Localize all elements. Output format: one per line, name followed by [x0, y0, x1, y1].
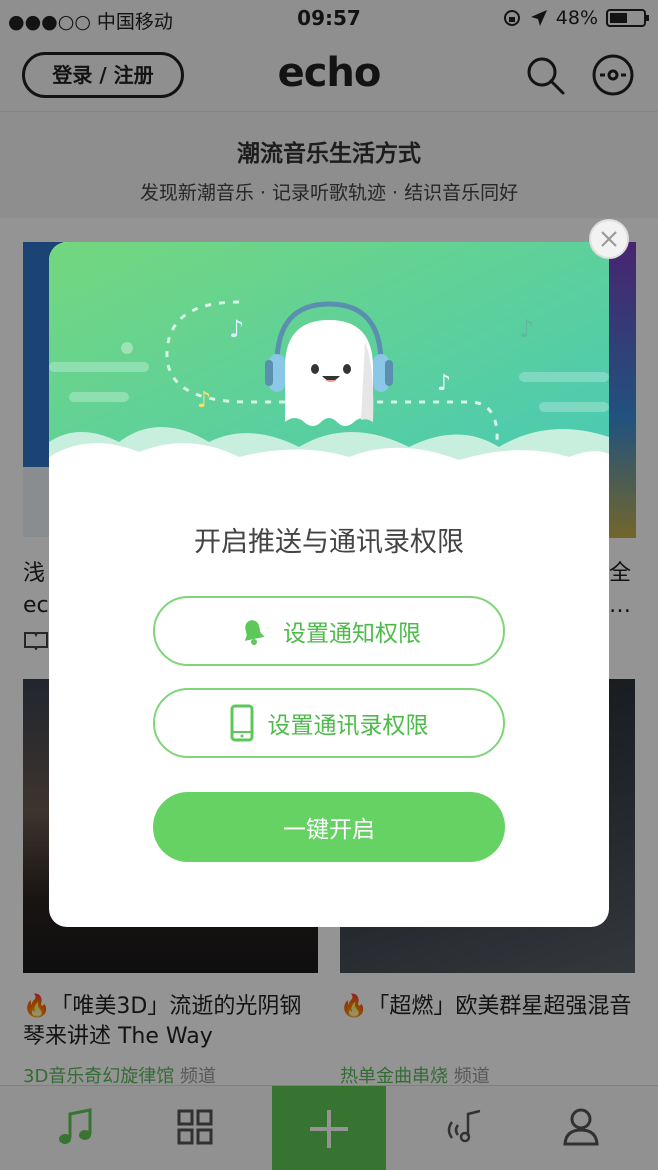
phone-icon: [230, 704, 253, 742]
contacts-permission-label: 设置通讯录权限: [267, 713, 429, 739]
enable-all-button[interactable]: 一键开启: [153, 792, 505, 862]
svg-text:♪: ♪: [229, 315, 244, 343]
modal-title: 开启推送与通讯录权限: [194, 527, 464, 558]
contacts-permission-button[interactable]: 设置通讯录权限: [153, 688, 505, 758]
svg-text:♪: ♪: [519, 315, 534, 343]
svg-text:♪: ♪: [197, 388, 211, 413]
permission-modal: ♪ ♪ ♪ ♪ 开启推送与通讯录权限 设置通知权限 设置通讯录权限 一键开启: [49, 242, 609, 927]
close-icon: [601, 231, 617, 247]
notification-permission-label: 设置通知权限: [283, 621, 421, 647]
svg-text:♪: ♪: [437, 371, 451, 396]
ghost-headphones-illustration: ♪ ♪ ♪ ♪: [49, 242, 609, 502]
notification-permission-button[interactable]: 设置通知权限: [153, 596, 505, 666]
bell-icon: [244, 620, 265, 645]
close-button[interactable]: [589, 219, 629, 259]
